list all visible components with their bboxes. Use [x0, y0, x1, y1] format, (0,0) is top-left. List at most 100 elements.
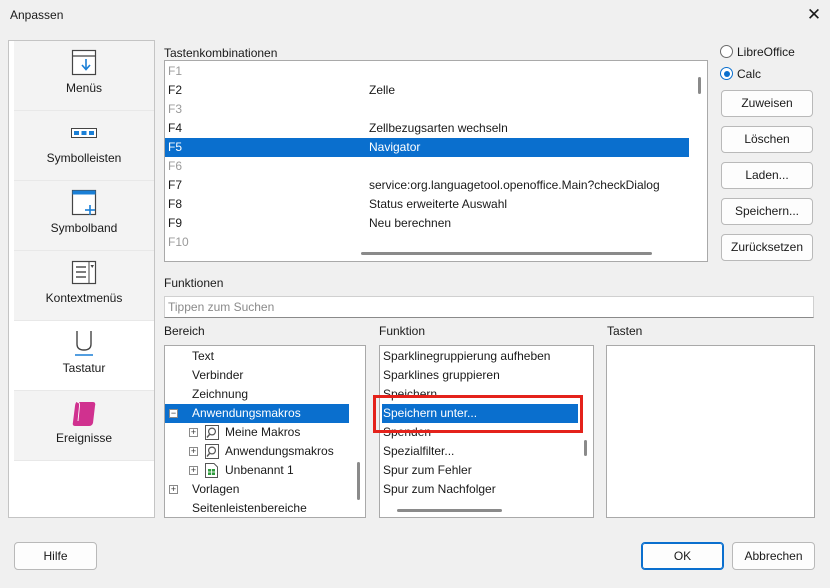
category-tree-item[interactable]: + Meine Makros	[165, 423, 349, 442]
load-button[interactable]: Laden...	[721, 162, 813, 189]
sidebar-item-label: Menüs	[65, 81, 103, 95]
sidebar-item-notebookbar[interactable]: Symbolband	[14, 181, 154, 251]
category-tree-item[interactable]: + Anwendungsmakros	[165, 442, 349, 461]
function-list-item[interactable]: Sparklinegruppierung aufheben	[382, 347, 578, 366]
shortcut-row[interactable]: F2 Zelle	[165, 81, 689, 100]
category-tree-item[interactable]: Zeichnung	[165, 385, 349, 404]
functions-label: Funktionen	[164, 276, 224, 290]
sidebar-item-label: Kontextmenüs	[45, 291, 123, 305]
keys-list[interactable]	[606, 345, 815, 518]
menu-icon	[71, 49, 97, 76]
calc-radio-label: Calc	[737, 67, 762, 81]
sidebar-item-context-menus[interactable]: Kontextmenüs	[14, 251, 154, 321]
shortcut-function: Zellbezugsarten wechseln	[369, 121, 508, 135]
shortcut-function: Navigator	[369, 140, 421, 154]
window-title: Anpassen	[10, 8, 64, 22]
category-tree-item[interactable]: Verbinder	[165, 366, 349, 385]
function-list-vertical-scrollbar[interactable]	[584, 440, 587, 456]
shortcut-key: F8	[168, 197, 183, 211]
sidebar-item-keyboard[interactable]: Tastatur	[14, 321, 154, 391]
category-panel: Menüs Symbolleisten Symbolband Kontextme…	[8, 40, 155, 518]
spreadsheet-document-icon	[205, 463, 218, 478]
calc-radio[interactable]	[720, 67, 733, 80]
category-tree-scrollbar[interactable]	[357, 462, 360, 500]
shortcut-row[interactable]: F6	[165, 157, 689, 176]
shortcut-row[interactable]: F4 Zellbezugsarten wechseln	[165, 119, 689, 138]
sidebar-item-label: Symbolleisten	[46, 151, 122, 165]
category-tree-item[interactable]: Seitenleistenbereiche	[165, 499, 349, 517]
shortcut-row[interactable]: F9 Neu berechnen	[165, 214, 689, 233]
sidebar-item-toolbars[interactable]: Symbolleisten	[14, 111, 154, 181]
category-tree-label: Text	[192, 349, 215, 363]
expand-icon[interactable]: +	[189, 466, 198, 475]
shortcut-row[interactable]: F10	[165, 233, 689, 252]
shortcut-key: F7	[168, 178, 183, 192]
cancel-button[interactable]: Abbrechen	[732, 542, 815, 570]
category-tree-item[interactable]: Text	[165, 347, 349, 366]
shortcut-key: F6	[168, 159, 183, 173]
keys-label: Tasten	[607, 324, 643, 338]
close-icon[interactable]: ✕	[803, 4, 825, 26]
category-tree-label: Verbinder	[192, 368, 244, 382]
shortcut-function: Zelle	[369, 83, 396, 97]
notebookbar-icon	[71, 189, 97, 216]
category-tree-item[interactable]: − Anwendungsmakros	[165, 404, 349, 423]
shortcut-key: F3	[168, 102, 183, 116]
shortcut-keys-list[interactable]: F1 F2 Zelle F3 F4 Zellbezugsarten wechseln F5 N…	[164, 60, 708, 262]
save-button[interactable]: Speichern...	[721, 198, 813, 225]
macro-library-icon	[205, 444, 219, 459]
sidebar-item-events[interactable]: Ereignisse	[14, 391, 154, 461]
shortcut-list-vertical-scrollbar[interactable]	[698, 77, 701, 94]
category-tree-label: Seitenleistenbereiche	[192, 501, 307, 515]
shortcut-key: F5	[168, 140, 183, 154]
libreoffice-radio[interactable]	[720, 45, 733, 58]
expand-icon[interactable]: +	[169, 485, 178, 494]
sidebar-item-label: Symbolband	[50, 221, 118, 235]
sidebar-item-label: Tastatur	[62, 361, 106, 375]
title-bar: Anpassen ✕	[0, 0, 830, 30]
shortcut-row[interactable]: F5 Navigator	[165, 138, 689, 157]
function-list-item[interactable]: Spur zum Fehler	[382, 461, 578, 480]
category-label: Bereich	[164, 324, 205, 338]
expand-icon[interactable]: +	[189, 428, 198, 437]
category-tree-label: Zeichnung	[192, 387, 249, 401]
reset-button[interactable]: Zurücksetzen	[721, 234, 813, 261]
function-list-item[interactable]: Sparklines gruppieren	[382, 366, 578, 385]
collapse-icon[interactable]: −	[169, 409, 178, 418]
shortcut-key: F4	[168, 121, 183, 135]
ok-button[interactable]: OK	[641, 542, 724, 570]
category-tree[interactable]: Text Verbinder Zeichnung − Anwendungsmakros +…	[164, 345, 366, 518]
category-tree-item[interactable]: + Vorlagen	[165, 480, 349, 499]
help-button[interactable]: Hilfe	[14, 542, 97, 570]
selection-highlight-box	[373, 395, 583, 433]
shortcut-row[interactable]: F3	[165, 100, 689, 119]
shortcut-row[interactable]: F7 service:org.languagetool.openoffice.Ma…	[165, 176, 689, 195]
shortcut-key: F2	[168, 83, 183, 97]
function-list-horizontal-scrollbar[interactable]	[397, 509, 502, 512]
function-list-item[interactable]: Spezialfilter...	[382, 442, 578, 461]
macro-library-icon	[205, 425, 219, 440]
shortcut-function: Neu berechnen	[369, 216, 452, 230]
shortcut-keys-label: Tastenkombinationen	[164, 46, 278, 60]
function-list-item[interactable]: Spur zum Nachfolger	[382, 480, 578, 499]
shortcut-row[interactable]: F8 Status erweiterte Auswahl	[165, 195, 689, 214]
shortcut-key: F9	[168, 216, 183, 230]
keyboard-icon	[75, 331, 93, 356]
libreoffice-radio-label: LibreOffice	[737, 45, 795, 59]
sidebar-item-label: Ereignisse	[55, 431, 113, 445]
expand-icon[interactable]: +	[189, 447, 198, 456]
shortcut-function: Status erweiterte Auswahl	[369, 197, 508, 211]
context-menu-icon	[71, 260, 97, 285]
shortcut-list-horizontal-scrollbar[interactable]	[361, 252, 652, 255]
category-tree-label: Unbenannt 1	[225, 463, 294, 477]
function-search-input[interactable]: Tippen zum Suchen	[164, 296, 814, 318]
shortcut-row[interactable]: F1	[165, 62, 689, 81]
sidebar-item-menus[interactable]: Menüs	[14, 41, 154, 111]
shortcut-key: F1	[168, 64, 183, 78]
category-tree-item[interactable]: + Unbenannt 1	[165, 461, 349, 480]
toolbar-icon	[71, 128, 97, 138]
delete-button[interactable]: Löschen	[721, 126, 813, 153]
shortcut-key: F10	[168, 235, 189, 249]
category-tree-label: Anwendungsmakros	[225, 444, 334, 458]
assign-button[interactable]: Zuweisen	[721, 90, 813, 117]
